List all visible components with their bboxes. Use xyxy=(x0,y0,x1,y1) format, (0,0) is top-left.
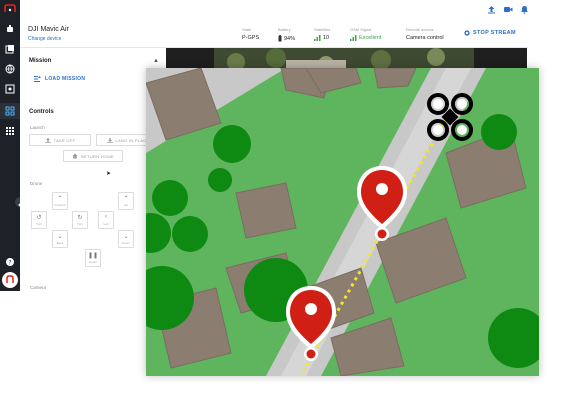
tree xyxy=(152,180,188,216)
upload-icon[interactable] xyxy=(487,5,496,14)
house-roof xyxy=(235,182,297,239)
stat-state: State P-GPS xyxy=(242,27,259,41)
pause-icon: ❚❚ xyxy=(87,253,99,259)
stat-satellites: Satellites 10 xyxy=(314,27,330,41)
launch-label: Launch xyxy=(30,125,45,130)
forward-button[interactable]: ⌃ Forward xyxy=(52,192,68,210)
return-home-button[interactable]: RETURN HOME xyxy=(63,150,123,162)
take-off-button[interactable]: TAKE OFF xyxy=(29,134,91,146)
down-label: Down xyxy=(122,241,130,245)
download-icon xyxy=(106,137,113,143)
svg-text:?: ? xyxy=(8,260,11,267)
app-window: ? DJI Mavic Air Change device State P-GP… xyxy=(0,0,567,408)
avatar-icon[interactable] xyxy=(2,272,18,288)
change-device-link[interactable]: Change device xyxy=(28,36,61,42)
stat-osm-signal: OSM Signal Excellent xyxy=(350,27,381,41)
stat-osm-label: OSM Signal xyxy=(350,27,372,32)
back-label: Back xyxy=(56,241,64,245)
chevron-up-icon: ⌃ xyxy=(57,196,63,202)
flight-control-icon[interactable] xyxy=(5,106,15,116)
turn-left-button[interactable]: ↺ Turn xyxy=(31,211,47,229)
turn-right-label: Turn xyxy=(76,222,84,226)
upload-icon xyxy=(44,137,51,143)
media-icon[interactable] xyxy=(5,44,15,54)
up-button[interactable]: ⌃ Up xyxy=(118,192,134,210)
stop-circle-icon xyxy=(464,30,470,36)
chevron-down-icon: ⌄ xyxy=(123,234,129,240)
stop-stream-button[interactable]: STOP STREAM xyxy=(464,30,516,36)
help-icon[interactable]: ? xyxy=(5,257,15,267)
stat-state-value: P-GPS xyxy=(242,35,260,41)
logo-icon[interactable] xyxy=(3,4,17,14)
rotate-right-icon: ↻ xyxy=(77,215,83,221)
flight-map[interactable] xyxy=(146,68,539,376)
target-icon[interactable] xyxy=(5,84,15,94)
chevron-up-icon[interactable]: ▲ xyxy=(153,58,159,64)
rotate-left-icon: ↺ xyxy=(36,215,42,221)
turn-left-label: Turn xyxy=(35,222,43,226)
camera-stream-image xyxy=(166,48,527,68)
signal-bars-icon xyxy=(314,35,321,41)
video-icon[interactable] xyxy=(503,5,513,14)
control-panel: Mission ▲ LOAD MISSION Controls Launch T… xyxy=(20,48,166,298)
stat-battery-label: Battery xyxy=(278,27,291,32)
grid-icon[interactable] xyxy=(5,126,15,136)
stat-state-label: State xyxy=(242,27,252,32)
left-button[interactable]: ‹ Left xyxy=(98,211,114,229)
controls-title: Controls xyxy=(29,109,54,115)
mouse-cursor: ➤ xyxy=(106,171,112,177)
up-label: Up xyxy=(124,203,128,207)
stat-satellites-label: Satellites xyxy=(314,27,331,32)
device-name: DJI Mavic Air xyxy=(28,26,69,33)
stop-stream-label: STOP STREAM xyxy=(473,30,516,36)
tree xyxy=(208,168,232,192)
load-mission-button[interactable]: LOAD MISSION xyxy=(34,76,85,82)
stat-battery: Battery 94% xyxy=(278,27,295,42)
drone-label: Drone xyxy=(30,181,43,186)
chevron-up-icon: ⌃ xyxy=(123,196,129,202)
stat-remote-label: Remote access xyxy=(406,27,434,32)
turn-right-button[interactable]: ↻ Turn xyxy=(72,211,88,229)
mission-title: Mission xyxy=(29,58,52,64)
chevron-down-icon: ⌄ xyxy=(57,234,63,240)
tree xyxy=(172,216,208,252)
drone-icon[interactable] xyxy=(5,24,15,34)
return-home-label: RETURN HOME xyxy=(80,153,115,159)
stat-remote-value: Camera control xyxy=(406,35,444,41)
tree xyxy=(481,114,517,150)
load-mission-label: LOAD MISSION xyxy=(45,76,86,82)
take-off-label: TAKE OFF xyxy=(53,137,76,143)
tree xyxy=(213,125,251,163)
hover-label: Hover xyxy=(88,260,97,264)
camera-label: Camera xyxy=(30,285,47,290)
device-header: DJI Mavic Air Change device State P-GPS … xyxy=(20,21,528,48)
bell-icon[interactable] xyxy=(520,5,529,14)
signal-bars-icon xyxy=(350,35,357,41)
stat-battery-value: 94% xyxy=(284,35,296,42)
forward-label: Forward xyxy=(54,203,66,207)
stat-remote-access: Remote access Camera control xyxy=(406,27,444,41)
stat-osm-value: Excellent xyxy=(359,35,382,41)
down-button[interactable]: ⌄ Down xyxy=(118,230,134,248)
battery-icon xyxy=(278,35,282,42)
left-label: Left xyxy=(103,222,109,226)
hover-button[interactable]: ❚❚ Hover xyxy=(85,249,101,267)
list-upload-icon xyxy=(34,76,41,82)
camera-stream-preview xyxy=(166,48,527,68)
map-canvas xyxy=(146,68,539,376)
land-in-place-label: LAND IN PLACE xyxy=(115,137,150,143)
globe-icon[interactable] xyxy=(5,64,15,74)
stat-satellites-value: 10 xyxy=(323,35,330,41)
chevron-left-icon: ‹ xyxy=(105,214,107,220)
nav-rail: ? xyxy=(0,0,25,291)
back-button[interactable]: ⌄ Back xyxy=(52,230,68,248)
topbar-actions xyxy=(487,5,529,15)
home-icon xyxy=(72,153,78,159)
